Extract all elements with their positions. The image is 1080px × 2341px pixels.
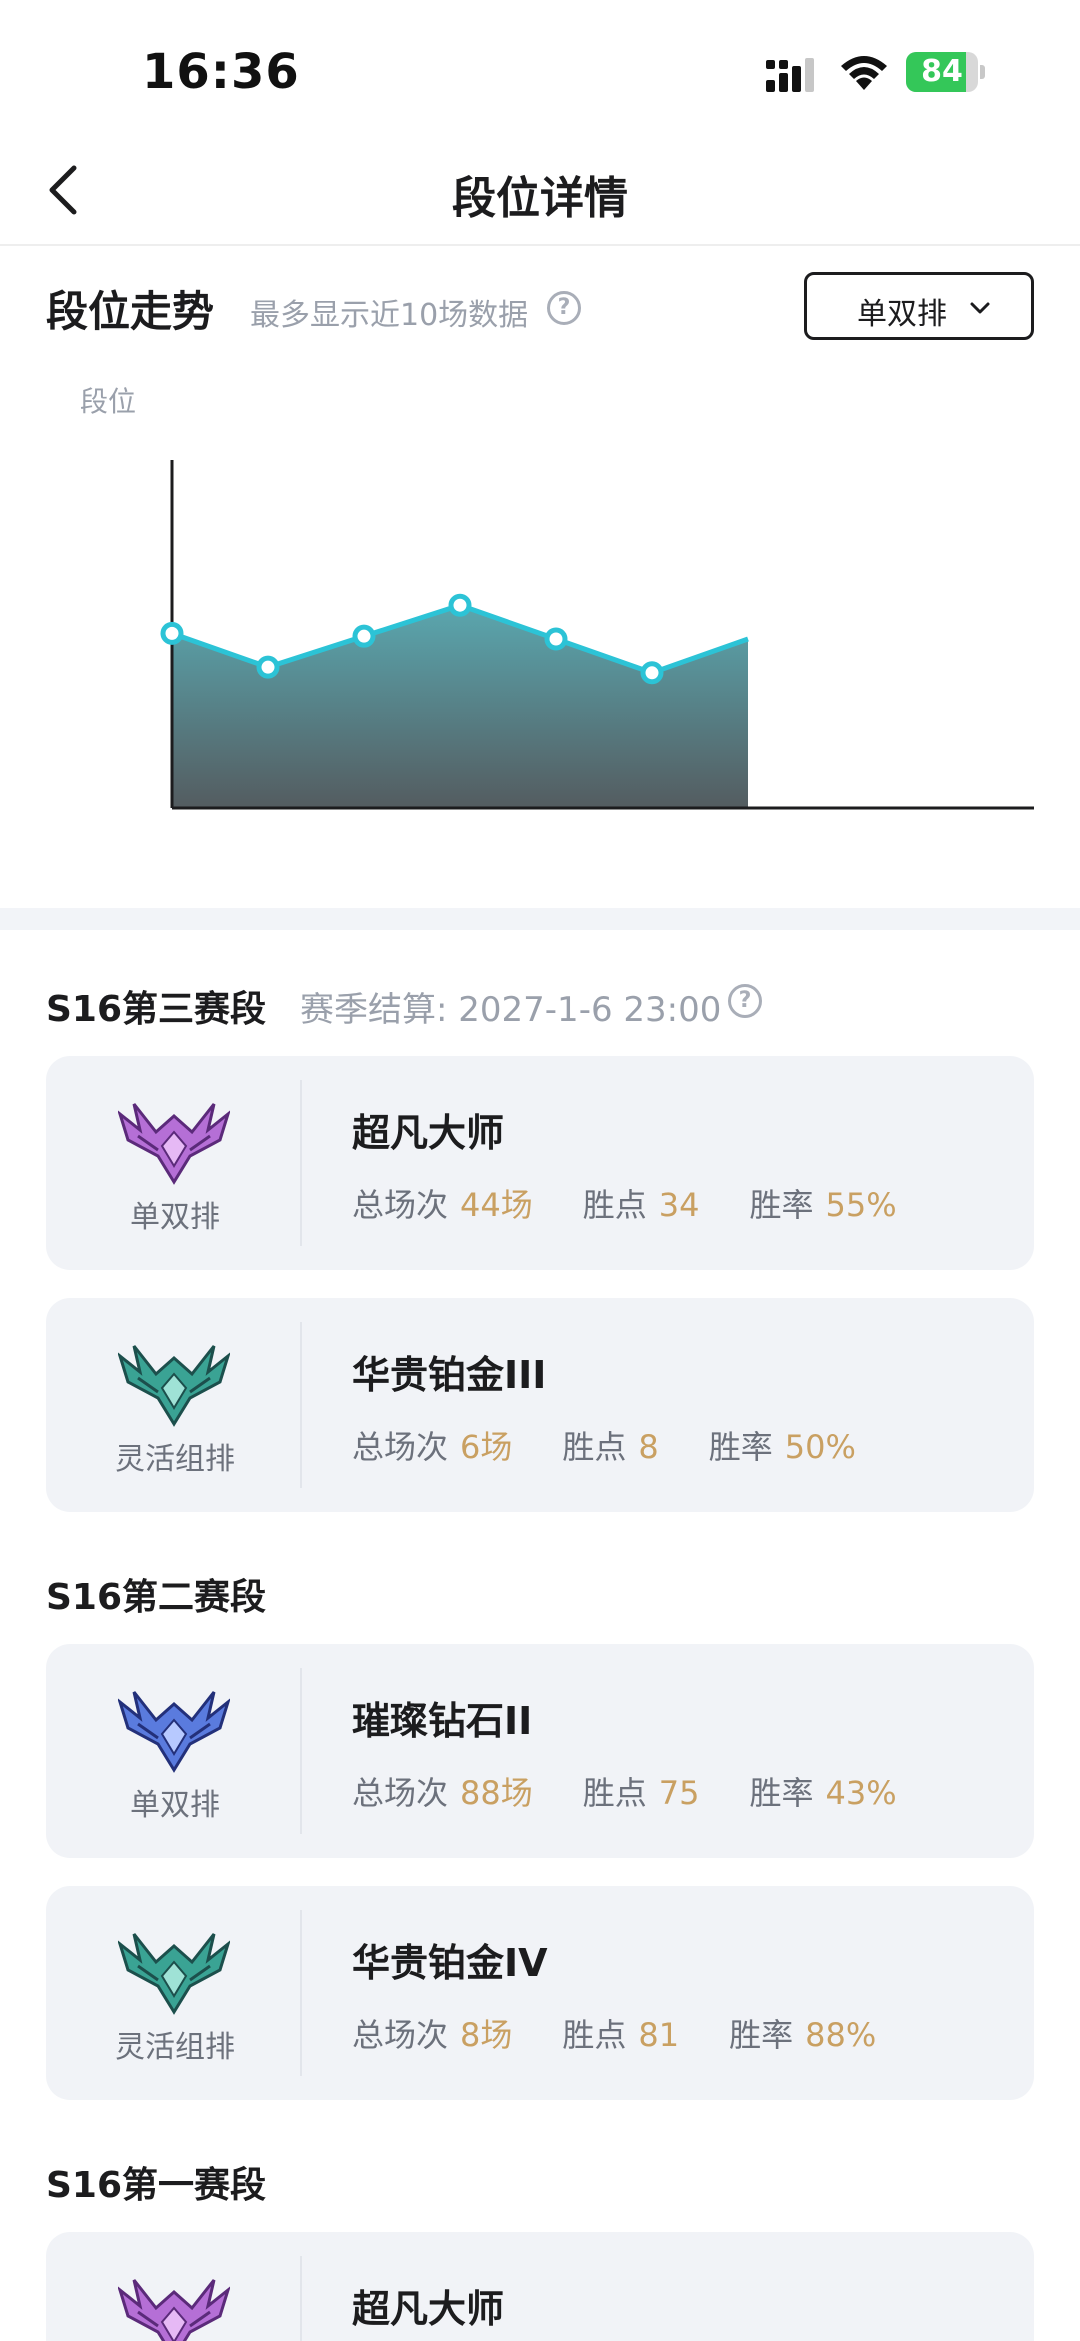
points-label: 胜点 (562, 2016, 627, 2054)
battery-cap (980, 65, 985, 79)
rank-trend-chart (160, 460, 1034, 810)
rank-stats: 总场次 6场 胜点 8 胜率 50% (352, 1422, 906, 1468)
platinum-emblem-icon (118, 1933, 230, 2015)
rank-queue-type: 灵活组排 (115, 1442, 235, 1477)
help-icon[interactable]: ? (547, 291, 581, 325)
winrate-label: 胜率 (749, 1186, 814, 1224)
chart-data-point (256, 655, 280, 679)
battery-body: 84 (906, 52, 978, 92)
games-label: 总场次 (352, 1186, 449, 1224)
rank-queue-type: 灵活组排 (115, 2030, 235, 2065)
rank-card[interactable]: 单双排 璀璨钻石II 总场次 88场 胜点 75 胜率 43% (46, 1644, 1034, 1858)
status-time: 16:36 (142, 44, 300, 100)
status-bar: 16:36 84 (0, 0, 1080, 140)
points-value: 34 (658, 1186, 700, 1224)
card-divider (300, 1322, 302, 1488)
queue-dropdown-label: 单双排 (857, 297, 947, 332)
card-divider (300, 1080, 302, 1246)
chart-data-point (640, 661, 664, 685)
cellular-signal-icon (766, 58, 814, 92)
games-value: 8场 (460, 2016, 513, 2054)
card-divider (300, 2256, 302, 2341)
battery-indicator: 84 (906, 52, 986, 92)
rank-stats: 总场次 44场 胜点 34 胜率 55% (352, 1180, 947, 1226)
winrate-label: 胜率 (749, 1774, 814, 1812)
wifi-icon (841, 56, 887, 90)
winrate-value: 43% (825, 1774, 897, 1812)
rank-card[interactable]: 单双排 超凡大师总场次 44场 胜点 34 胜率 55% (46, 1056, 1034, 1270)
rank-tier-name: 华贵铂金III (352, 1353, 547, 1397)
points-label: 胜点 (582, 1186, 647, 1224)
rank-queue-type: 单双排 (130, 1788, 220, 1823)
rank-tier-name: 超凡大师 (352, 1111, 505, 1155)
rank-tier-name: 超凡大师 (352, 2287, 505, 2331)
winrate-label: 胜率 (729, 2016, 794, 2054)
diamond-emblem-icon (118, 1691, 230, 1773)
chart-data-point (160, 621, 184, 645)
rank-card[interactable]: 单双排超凡大师总场次201场胜点21胜率55% (46, 2232, 1034, 2341)
trend-section-title: 段位走势 (46, 287, 215, 336)
master-emblem-icon (118, 1103, 230, 1185)
navigation-bar: 段位详情 (0, 140, 1080, 246)
winrate-label: 胜率 (708, 1428, 773, 1466)
rank-stats: 总场次 8场 胜点 81 胜率 88% (352, 2010, 926, 2056)
chart-data-point (448, 593, 472, 617)
season-settlement-time: 赛季结算: 2027-1-6 23:00 (300, 990, 722, 1030)
games-label: 总场次 (352, 1774, 449, 1812)
winrate-value: 88% (805, 2016, 877, 2054)
trend-hint: 最多显示近10场数据 (250, 298, 529, 333)
games-value: 6场 (460, 1428, 513, 1466)
winrate-value: 55% (825, 1186, 897, 1224)
platinum-emblem-icon (118, 1345, 230, 1427)
chart-data-point (544, 627, 568, 651)
battery-level-text: 84 (921, 54, 963, 89)
master-emblem-icon (118, 2279, 230, 2341)
points-label: 胜点 (562, 1428, 627, 1466)
queue-dropdown[interactable]: 单双排 (804, 272, 1034, 340)
card-divider (300, 1668, 302, 1834)
points-value: 75 (658, 1774, 700, 1812)
rank-card[interactable]: 灵活组排 华贵铂金IV 总场次 8场 胜点 81 胜率 88% (46, 1886, 1034, 2100)
games-value: 44场 (460, 1186, 533, 1224)
games-value: 88场 (460, 1774, 533, 1812)
games-label: 总场次 (352, 2016, 449, 2054)
rank-tier-name: 璀璨钻石II (352, 1699, 533, 1743)
season-title: S16第二赛段 (46, 1577, 267, 1618)
card-divider (300, 1910, 302, 2076)
winrate-value: 50% (784, 1428, 856, 1466)
rank-queue-type: 单双排 (130, 1200, 220, 1235)
rank-tier-name: 华贵铂金IV (352, 1941, 548, 1985)
season-title: S16第三赛段 (46, 989, 267, 1030)
chevron-down-icon (970, 302, 990, 314)
points-value: 81 (638, 2016, 680, 2054)
points-value: 8 (638, 1428, 659, 1466)
games-label: 总场次 (352, 1428, 449, 1466)
page-title: 段位详情 (452, 173, 628, 224)
chart-data-point (352, 624, 376, 648)
chart-y-axis-label: 段位 (80, 385, 137, 418)
rank-card[interactable]: 灵活组排 华贵铂金III 总场次 6场 胜点 8 胜率 50% (46, 1298, 1034, 1512)
points-label: 胜点 (582, 1774, 647, 1812)
help-icon[interactable]: ? (728, 984, 762, 1018)
chart-area-fill (172, 605, 748, 808)
section-divider (0, 908, 1080, 930)
season-title: S16第一赛段 (46, 2165, 267, 2206)
rank-stats: 总场次 88场 胜点 75 胜率 43% (352, 1768, 947, 1814)
